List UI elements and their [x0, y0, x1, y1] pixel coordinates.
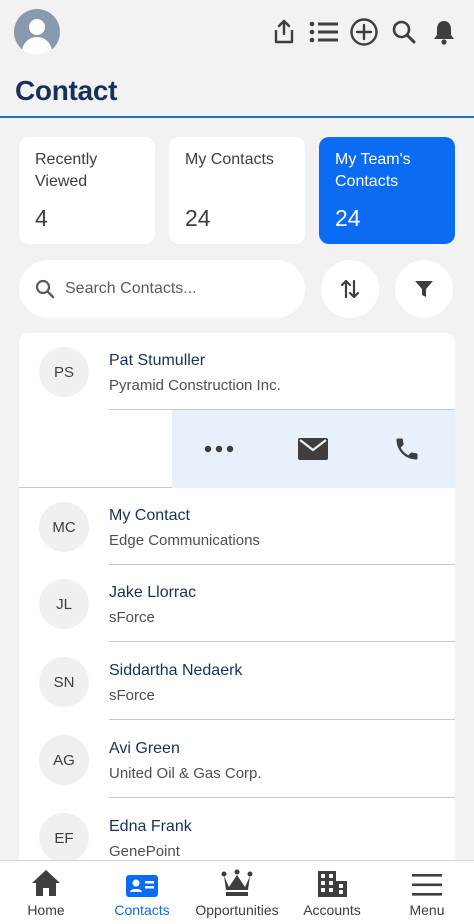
call-button[interactable] — [360, 410, 454, 488]
avatar-body-shape — [22, 37, 52, 55]
more-icon — [204, 445, 234, 453]
filter-icon — [415, 281, 433, 297]
sort-button[interactable] — [321, 260, 379, 318]
user-avatar[interactable] — [14, 9, 60, 55]
contact-name[interactable]: Edna Frank — [109, 818, 192, 836]
row-divider — [109, 719, 455, 720]
hamburger-icon — [412, 861, 442, 897]
email-button[interactable] — [266, 410, 360, 488]
share-icon[interactable] — [264, 14, 304, 50]
tab-my-contacts[interactable]: My Contacts 24 — [169, 137, 305, 244]
search-icon — [35, 279, 55, 299]
contact-avatar: EF — [39, 813, 89, 863]
row-divider — [109, 641, 455, 642]
contact-avatar: PS — [39, 347, 89, 397]
list-item[interactable]: SN Siddartha Nedaerk sForce — [19, 643, 455, 720]
more-actions-button[interactable] — [172, 410, 266, 488]
contact-avatar: SN — [39, 657, 89, 707]
page-title: Contact — [15, 75, 118, 106]
contact-card-icon — [126, 861, 158, 897]
contact-name[interactable]: My Contact — [109, 507, 190, 525]
nav-accounts[interactable]: Accounts — [297, 861, 367, 924]
row-actions-tray — [172, 410, 455, 488]
contact-company: sForce — [109, 687, 155, 704]
row-divider — [109, 797, 455, 798]
building-icon — [316, 861, 348, 897]
nav-menu[interactable]: Menu — [400, 861, 454, 924]
nav-label: Opportunities — [195, 902, 279, 918]
list-item[interactable]: PS Pat Stumuller Pyramid Construction In… — [19, 333, 455, 410]
search-input[interactable]: Search Contacts... — [19, 260, 305, 318]
list-item[interactable]: AG Avi Green United Oil & Gas Corp. — [19, 721, 455, 798]
contact-company: sForce — [109, 609, 155, 626]
contact-avatar: AG — [39, 735, 89, 785]
row-actions — [19, 410, 455, 488]
contact-name[interactable]: Jake Llorrac — [109, 584, 196, 602]
nav-home[interactable]: Home — [18, 861, 74, 924]
nav-label: Contacts — [114, 902, 170, 918]
contact-list: PS Pat Stumuller Pyramid Construction In… — [19, 333, 455, 873]
list-item[interactable]: MC My Contact Edge Communications — [19, 488, 455, 565]
row-actions-spacer — [19, 410, 172, 488]
tab-count: 4 — [35, 205, 48, 231]
search-placeholder: Search Contacts... — [65, 280, 197, 297]
bottom-nav: Home Contacts Opportunities Accounts Men… — [0, 860, 474, 924]
tab-my-teams-contacts[interactable]: My Team's Contacts 24 — [319, 137, 455, 244]
tab-count: 24 — [185, 205, 211, 231]
contact-company: GenePoint — [109, 843, 180, 860]
contact-company: United Oil & Gas Corp. — [109, 765, 262, 782]
tab-count: 24 — [335, 205, 361, 231]
contact-avatar: MC — [39, 502, 89, 552]
contact-company: Edge Communications — [109, 532, 260, 549]
header-actions — [264, 14, 464, 50]
title-divider — [0, 116, 474, 118]
nav-label: Accounts — [303, 902, 361, 918]
tab-label: My Contacts — [185, 151, 274, 168]
nav-opportunities[interactable]: Opportunities — [188, 861, 286, 924]
tab-label: Recently Viewed — [35, 151, 98, 190]
email-icon — [298, 438, 328, 460]
nav-label: Home — [27, 902, 65, 918]
nav-contacts[interactable]: Contacts — [104, 861, 180, 924]
avatar-head-shape — [29, 19, 45, 35]
crown-icon — [221, 861, 253, 897]
home-icon — [31, 861, 61, 897]
nav-label: Menu — [409, 902, 445, 918]
list-item[interactable]: JL Jake Llorrac sForce — [19, 565, 455, 642]
contact-name[interactable]: Pat Stumuller — [109, 352, 205, 370]
search-icon[interactable] — [384, 14, 424, 50]
sort-icon — [340, 279, 360, 299]
list-icon[interactable] — [304, 14, 344, 50]
phone-icon — [396, 438, 418, 460]
app-header: Contact — [0, 0, 474, 118]
tab-label: My Team's Contacts — [335, 151, 411, 190]
tab-recently-viewed[interactable]: Recently Viewed 4 — [19, 137, 155, 244]
contact-company: Pyramid Construction Inc. — [109, 377, 281, 394]
add-circle-icon[interactable] — [344, 14, 384, 50]
bell-icon[interactable] — [424, 14, 464, 50]
contact-avatar: JL — [39, 579, 89, 629]
contact-name[interactable]: Siddartha Nedaerk — [109, 662, 242, 680]
list-view-tabs: Recently Viewed 4 My Contacts 24 My Team… — [19, 137, 455, 244]
filter-button[interactable] — [395, 260, 453, 318]
contact-name[interactable]: Avi Green — [109, 740, 180, 758]
